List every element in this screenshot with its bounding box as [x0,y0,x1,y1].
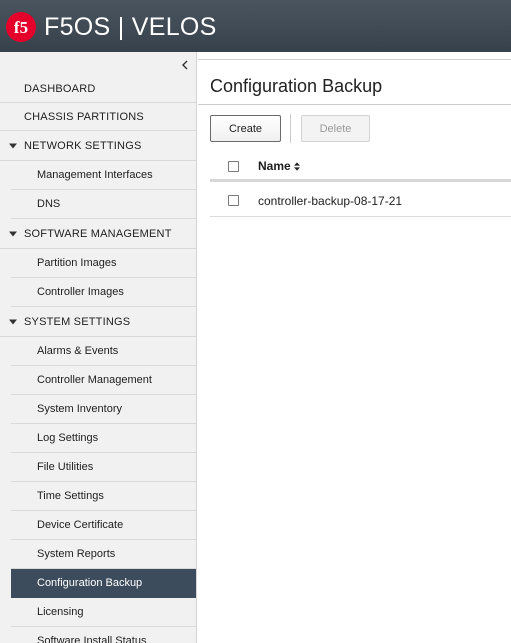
f5-logo-icon: f5 [14,18,28,37]
sidebar-item-log-settings[interactable]: Log Settings [11,424,196,453]
sidebar-item-label: Controller Images [37,286,124,298]
sidebar-item-label: System Reports [37,548,116,560]
sidebar-item-file-utilities[interactable]: File Utilities [11,453,196,482]
sidebar-item-label: Controller Management [37,374,152,386]
sidebar-item-system-reports[interactable]: System Reports [11,540,196,569]
sidebar-item-device-certificate[interactable]: Device Certificate [11,511,196,540]
sidebar-item-label: CHASSIS PARTITIONS [24,110,144,123]
sidebar-item-label: Alarms & Events [37,345,119,357]
sidebar-item-label: DASHBOARD [24,82,96,95]
sidebar-item-label: Log Settings [37,432,99,444]
main-content: Configuration Backup Create Delete Name … [198,52,511,643]
chevron-left-icon [182,60,188,70]
sidebar-item-partition-images[interactable]: Partition Images [11,249,196,278]
column-header-name[interactable]: Name [258,159,300,173]
backup-name: controller-backup-08-17-21 [258,194,403,208]
sidebar-item-system-inventory[interactable]: System Inventory [11,395,196,424]
sidebar-item-chassis-partitions[interactable]: CHASSIS PARTITIONS [0,103,196,131]
sidebar-item-label: File Utilities [37,461,94,473]
logo-text: f5 [14,18,28,37]
delete-button[interactable]: Delete [301,115,370,142]
create-button[interactable]: Create [210,115,281,142]
sidebar-item-label: Configuration Backup [37,577,143,589]
sidebar-section-network-settings[interactable]: NETWORK SETTINGS [0,131,196,161]
caret-down-icon [0,319,24,325]
table-header: Name [210,150,511,182]
toolbar-separator [290,114,291,143]
sidebar-item-controller-images[interactable]: Controller Images [11,278,196,307]
sidebar-section-system-settings[interactable]: SYSTEM SETTINGS [0,307,196,337]
sidebar-item-licensing[interactable]: Licensing [11,598,196,627]
sidebar-item-dashboard[interactable]: DASHBOARD [0,75,196,103]
collapse-sidebar-button[interactable] [178,58,192,72]
sidebar-item-controller-management[interactable]: Controller Management [11,366,196,395]
sidebar-item-label: System Inventory [37,403,122,415]
row-checkbox[interactable] [228,195,239,206]
sidebar-item-configuration-backup[interactable]: Configuration Backup [11,569,196,598]
sidebar-section-software-management[interactable]: SOFTWARE MANAGEMENT [0,219,196,249]
app-header: f5 F5OS | VELOS [0,0,511,52]
sidebar-item-label: Licensing [37,606,84,618]
sidebar-item-management-interfaces[interactable]: Management Interfaces [11,161,196,190]
caret-down-icon [0,231,24,237]
sidebar-item-label: Time Settings [37,490,104,502]
select-all-checkbox[interactable] [228,161,239,172]
top-divider [198,59,511,60]
sidebar-item-label: DNS [37,198,61,210]
sidebar-item-time-settings[interactable]: Time Settings [11,482,196,511]
caret-down-icon [0,143,24,149]
f5-logo[interactable]: f5 [6,12,36,42]
sidebar-section-label: NETWORK SETTINGS [24,139,142,152]
table-row[interactable]: controller-backup-08-17-21 [210,183,511,217]
page-title: Configuration Backup [210,76,383,96]
sidebar-item-dns[interactable]: DNS [11,190,196,219]
sidebar-item-alarms-and-events[interactable]: Alarms & Events [11,337,196,366]
title-divider [198,104,511,105]
sidebar-item-label: Partition Images [37,257,117,269]
sidebar-section-label: SOFTWARE MANAGEMENT [24,227,172,240]
sidebar-nav: DASHBOARD CHASSIS PARTITIONS NETWORK SETTI… [0,52,197,643]
column-header-name-label: Name [258,159,291,173]
sidebar-item-label: Device Certificate [37,519,124,531]
sidebar-item-label: Management Interfaces [37,169,153,181]
sort-icon [293,161,300,171]
sidebar-item-label: Software Install Status [37,635,147,643]
sidebar-item-software-install-status[interactable]: Software Install Status [11,627,196,643]
sidebar-section-label: SYSTEM SETTINGS [24,315,131,328]
product-name: F5OS | VELOS [44,13,217,41]
